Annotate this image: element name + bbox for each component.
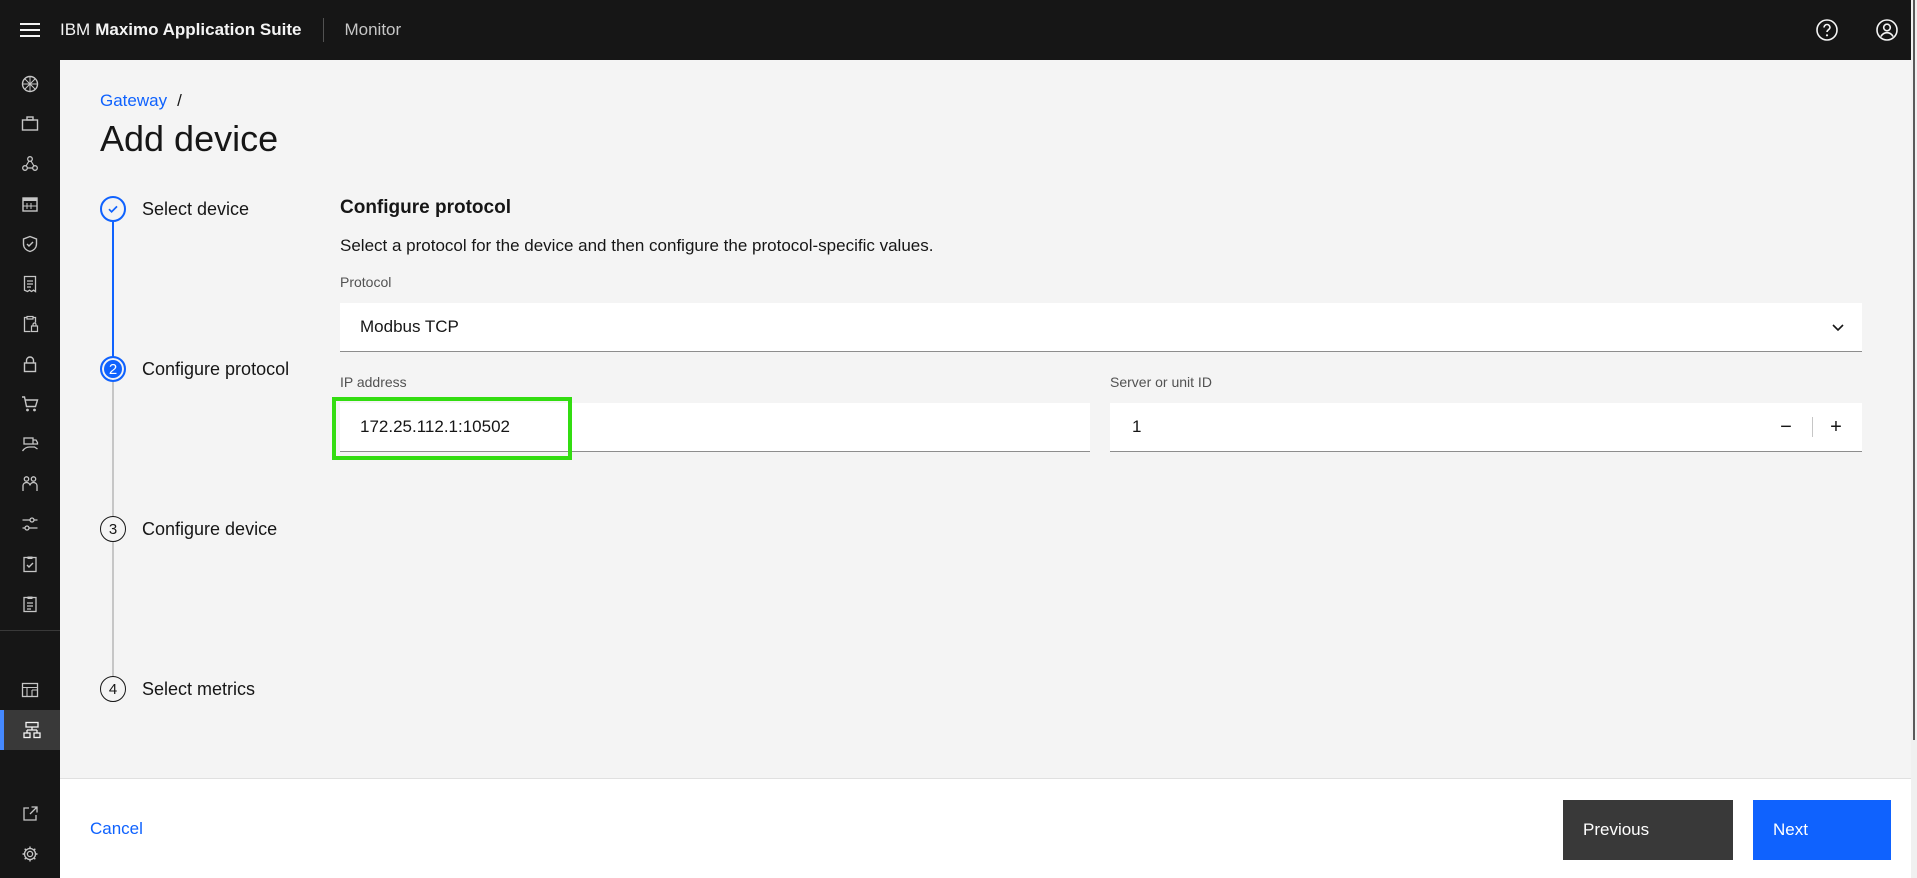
rail-launch[interactable] (0, 794, 60, 834)
rail-hierarchy[interactable] (0, 710, 60, 750)
step-incomplete-icon: 4 (100, 676, 126, 702)
protocol-label: Protocol (340, 274, 392, 290)
step-complete-icon (100, 196, 126, 222)
dashboard-table-icon (21, 682, 39, 698)
server-id-label: Server or unit ID (1110, 374, 1212, 390)
top-header: IBM Maximo Application Suite Monitor (0, 0, 1917, 60)
hierarchy-icon (23, 721, 41, 739)
main-content: Gateway / Add device Select device 2 Con… (60, 60, 1917, 778)
footer-actions: Cancel Previous Next (60, 778, 1917, 878)
form-title: Configure protocol (340, 197, 511, 218)
page-title: Add device (100, 118, 279, 159)
breadcrumb: Gateway / (100, 91, 182, 111)
rail-clipboard[interactable] (0, 584, 60, 624)
settings-icon (22, 846, 38, 862)
calendar-grid-icon (22, 197, 38, 212)
rail-dashboard[interactable] (0, 670, 60, 710)
group-icon (22, 476, 38, 491)
protocol-selected-value: Modbus TCP (360, 317, 459, 336)
server-id-value[interactable]: 1 (1110, 417, 1141, 437)
vertical-scrollbar[interactable] (1911, 0, 1917, 878)
user-profile-button[interactable] (1857, 0, 1917, 60)
step-select-device[interactable]: Select device (100, 196, 249, 222)
step-configure-device[interactable]: 3 Configure device (100, 516, 277, 542)
step-label: Configure protocol (142, 358, 290, 379)
brand-name[interactable]: IBM Maximo Application Suite (60, 0, 301, 60)
launch-icon (23, 806, 38, 821)
rail-truck[interactable] (0, 424, 60, 464)
cancel-button[interactable]: Cancel (90, 819, 143, 839)
receipt-icon (23, 275, 37, 293)
ip-address-input[interactable] (340, 403, 1090, 451)
chevron-down-icon (1832, 324, 1844, 332)
checklist-icon (23, 556, 37, 573)
shopping-cart-icon (22, 396, 39, 412)
hamburger-menu-icon (20, 23, 40, 37)
form-description: Select a protocol for the device and the… (340, 236, 934, 255)
clipboard-icon (23, 596, 37, 613)
protocol-select[interactable]: Modbus TCP (340, 303, 1862, 352)
step-label: Configure device (142, 518, 278, 539)
step-number: 2 (108, 360, 118, 378)
step-incomplete-icon: 3 (100, 516, 126, 542)
step-connector (112, 382, 114, 518)
step-label: Select device (142, 198, 250, 219)
app-name: Monitor (344, 20, 402, 39)
server-id-stepper[interactable]: 1 − + (1110, 403, 1862, 452)
user-avatar-icon (1876, 19, 1898, 41)
next-button[interactable]: Next (1753, 800, 1891, 860)
brand-product: Maximo Application Suite (95, 20, 302, 39)
step-configure-protocol[interactable]: 2 Configure protocol (100, 356, 289, 382)
shield-check-icon (22, 235, 38, 253)
scrollbar-thumb[interactable] (1913, 0, 1915, 740)
step-label: Select metrics (142, 678, 256, 699)
header-divider (323, 18, 325, 42)
stepper-divider (1812, 417, 1813, 437)
rail-checklist[interactable] (0, 544, 60, 584)
rail-clipboard-lock[interactable] (0, 304, 60, 344)
rail-sliders[interactable] (0, 504, 60, 544)
step-number: 3 (108, 520, 118, 538)
rail-group[interactable] (0, 464, 60, 504)
rail-divider (0, 630, 60, 631)
rail-receipt[interactable] (0, 264, 60, 304)
rail-network[interactable] (0, 144, 60, 184)
brand-prefix: IBM (60, 20, 91, 39)
step-connector (112, 542, 114, 678)
clipboard-lock-icon (23, 315, 39, 333)
lock-icon (23, 356, 37, 373)
rail-briefcase[interactable] (0, 104, 60, 144)
rail-shield[interactable] (0, 224, 60, 264)
increment-button[interactable]: + (1816, 403, 1856, 452)
decrement-button[interactable]: − (1766, 403, 1806, 452)
ip-address-field[interactable] (340, 403, 1090, 452)
help-icon (1816, 19, 1838, 41)
rail-lock[interactable] (0, 344, 60, 384)
help-button[interactable] (1797, 0, 1857, 60)
step-number: 4 (108, 680, 118, 698)
progress-indicator: Select device 2 Configure protocol 3 Con… (100, 196, 330, 776)
step-current-icon: 2 (100, 356, 126, 382)
sliders-icon (22, 517, 38, 531)
rail-calendar[interactable] (0, 184, 60, 224)
breadcrumb-gateway-link[interactable]: Gateway (100, 91, 167, 111)
truck-hand-icon (21, 437, 39, 452)
previous-button[interactable]: Previous (1563, 800, 1733, 860)
rail-asset-monitor[interactable] (0, 64, 60, 104)
network-nodes-icon (22, 156, 38, 171)
step-connector-complete (112, 222, 114, 359)
header-actions (1797, 0, 1917, 60)
hamburger-menu-button[interactable] (0, 0, 60, 60)
asset-monitor-icon (21, 75, 39, 93)
rail-cart[interactable] (0, 384, 60, 424)
side-nav-rail (0, 60, 60, 878)
rail-settings[interactable] (0, 834, 60, 874)
breadcrumb-separator: / (177, 91, 182, 110)
briefcase-icon (21, 116, 39, 131)
step-select-metrics[interactable]: 4 Select metrics (100, 676, 255, 702)
ip-address-label: IP address (340, 374, 407, 390)
